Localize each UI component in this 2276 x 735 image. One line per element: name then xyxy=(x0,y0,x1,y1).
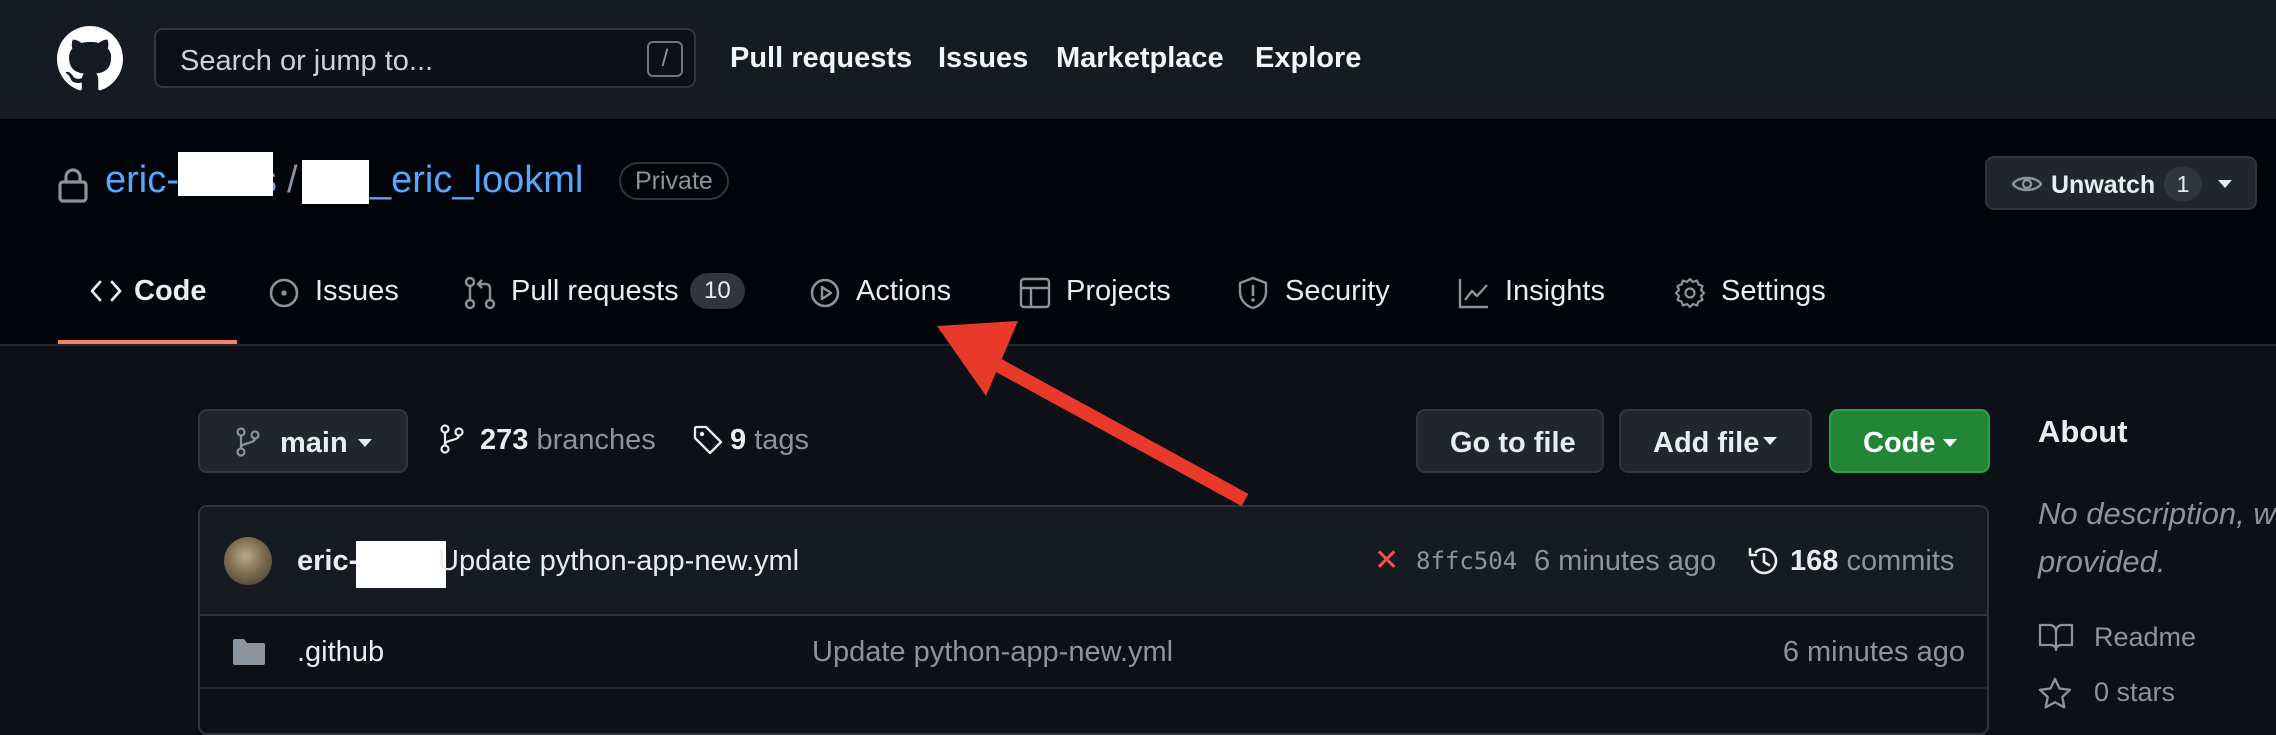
add-file-label: Add file xyxy=(1653,427,1760,459)
add-file-button[interactable]: Add file xyxy=(1619,409,1812,473)
graph-icon xyxy=(1458,279,1488,309)
repo-header: eric- s / _eric_lookml Private Unwatch 1… xyxy=(0,119,2276,346)
book-icon xyxy=(2038,623,2074,652)
pull-requests-count-badge: 10 xyxy=(690,273,745,309)
table-row[interactable]: .github Update python-app-new.yml 6 minu… xyxy=(200,614,1987,689)
gear-icon xyxy=(1674,277,1706,309)
tab-projects-label: Projects xyxy=(1066,275,1171,307)
tags-count: 9 xyxy=(730,424,747,456)
git-branch-icon xyxy=(440,424,464,454)
git-branch-icon xyxy=(236,427,260,457)
chevron-down-icon xyxy=(1763,437,1777,445)
repo-name-link[interactable]: _eric_lookml xyxy=(370,159,583,202)
nav-explore[interactable]: Explore xyxy=(1255,42,1361,75)
readme-label: Readme xyxy=(2094,622,2197,652)
repo-path-separator: / xyxy=(287,159,298,201)
commit-time: 6 minutes ago xyxy=(1534,545,1717,577)
watch-count-badge: 1 xyxy=(2164,167,2202,201)
commits-count: 168 xyxy=(1790,545,1839,577)
history-icon xyxy=(1748,547,1778,575)
code-button-label: Code xyxy=(1863,427,1936,459)
go-to-file-button[interactable]: Go to file xyxy=(1416,409,1604,473)
lock-icon xyxy=(58,168,88,203)
commit-author[interactable]: eric- xyxy=(297,545,358,578)
file-name[interactable]: .github xyxy=(297,636,384,669)
redaction-box xyxy=(356,541,446,588)
issue-opened-icon xyxy=(269,278,299,308)
about-heading: About xyxy=(2038,414,2128,449)
nav-pull-requests[interactable]: Pull requests xyxy=(730,42,912,75)
unwatch-button[interactable]: Unwatch 1 xyxy=(1985,156,2257,210)
tab-settings-label: Settings xyxy=(1721,275,1826,307)
search-input[interactable]: Search or jump to... / xyxy=(154,28,696,88)
global-header: Search or jump to... / Pull requests Iss… xyxy=(0,0,2276,119)
search-placeholder: Search or jump to... xyxy=(180,45,434,77)
chevron-down-icon xyxy=(358,439,372,447)
stars-label: 0 stars xyxy=(2094,677,2176,707)
active-tab-indicator xyxy=(58,340,237,344)
chevron-down-icon xyxy=(1943,439,1957,447)
tab-code-label: Code xyxy=(134,275,207,307)
commits-label: commits xyxy=(1846,545,1955,577)
tab-issues-label: Issues xyxy=(315,275,399,307)
folder-icon xyxy=(233,639,265,665)
table-icon xyxy=(1019,277,1051,309)
chevron-down-icon xyxy=(2218,180,2232,188)
tag-icon xyxy=(693,425,723,455)
branch-select-button[interactable]: main xyxy=(198,409,408,473)
git-pull-request-icon xyxy=(464,276,496,310)
branch-name: main xyxy=(280,427,348,459)
latest-commit-row: eric- Update python-app-new.yml ✕ 8ffc50… xyxy=(200,507,1987,616)
go-to-file-label: Go to file xyxy=(1450,427,1576,459)
avatar[interactable] xyxy=(224,537,272,585)
nav-marketplace[interactable]: Marketplace xyxy=(1056,42,1224,75)
tab-pull-requests-label: Pull requests xyxy=(511,275,679,307)
about-description: No description, w provided. xyxy=(2038,496,2276,579)
github-logo-icon[interactable] xyxy=(57,26,123,92)
visibility-badge: Private xyxy=(619,162,729,200)
commit-sha[interactable]: 8ffc504 xyxy=(1416,547,1517,575)
file-commit-message[interactable]: Update python-app-new.yml xyxy=(812,636,1173,669)
star-icon xyxy=(2038,677,2072,709)
check-failed-icon[interactable]: ✕ xyxy=(1374,543,1399,578)
nav-issues[interactable]: Issues xyxy=(938,42,1028,75)
commits-link[interactable]: 168 commits xyxy=(1790,545,1954,578)
branches-count: 273 xyxy=(480,424,529,456)
tab-security-label: Security xyxy=(1285,275,1390,307)
play-icon xyxy=(810,278,840,308)
repo-owner-link[interactable]: eric- xyxy=(105,159,179,202)
branches-label: branches xyxy=(536,424,656,456)
annotation-arrow-shaft xyxy=(981,351,1249,507)
redaction-box xyxy=(178,152,273,196)
tab-actions-label: Actions xyxy=(856,275,952,307)
tags-label: tags xyxy=(754,424,810,456)
unwatch-label: Unwatch xyxy=(2051,171,2156,199)
code-button[interactable]: Code xyxy=(1829,409,1990,473)
redaction-box xyxy=(302,160,369,204)
file-commit-time: 6 minutes ago xyxy=(1782,636,1965,668)
commit-message[interactable]: Update python-app-new.yml xyxy=(438,545,799,578)
tab-insights-label: Insights xyxy=(1505,275,1605,307)
code-icon xyxy=(90,280,122,302)
shield-icon xyxy=(1238,276,1268,310)
eye-icon xyxy=(2011,176,2043,192)
file-browser: eric- Update python-app-new.yml ✕ 8ffc50… xyxy=(198,505,1989,735)
search-shortcut-key: / xyxy=(647,41,683,77)
